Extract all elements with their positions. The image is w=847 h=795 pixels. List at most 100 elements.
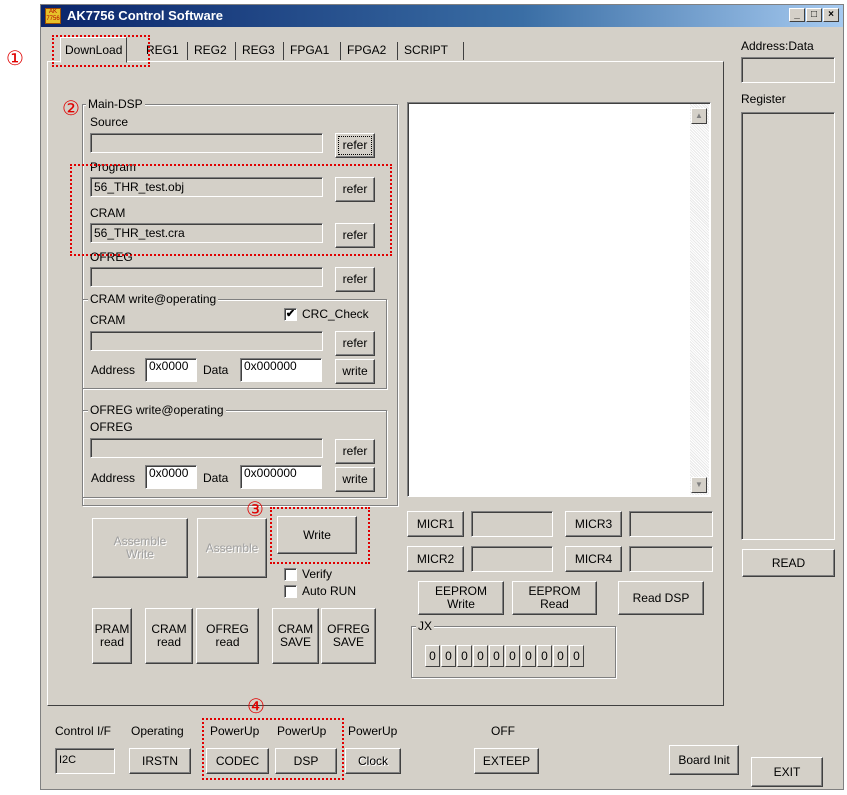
source-refer-button[interactable]: refer [335,133,375,158]
ofreg-read-button[interactable]: OFREG read [196,608,259,664]
tab-separator [340,42,341,60]
window-title: AK7756 Control Software [67,8,224,23]
scroll-up-icon[interactable]: ▲ [691,108,707,124]
highlight-box-1 [52,35,150,67]
ofreg-write-refer-button[interactable]: refer [335,439,375,464]
assemble-write-button[interactable]: Assemble Write [92,518,188,578]
source-label: Source [90,115,129,129]
ofreg-write-label: OFREG write@operating [88,403,226,417]
cram-write-refer-button[interactable]: refer [335,331,375,356]
eeprom-read-button[interactable]: EEPROM Read [512,581,597,615]
micr4-field [629,546,713,572]
auto-run-checkbox[interactable] [284,585,297,598]
control-if-field: I2C [55,748,115,774]
cram-write-label: CRAM write@operating [88,292,219,306]
tab-script[interactable]: SCRIPT [400,40,452,62]
tab-separator [187,42,188,60]
ofreg-data-input[interactable]: 0x000000 [240,465,322,489]
marker-2: ② [62,96,80,120]
ofreg-save-button[interactable]: OFREG SAVE [321,608,376,664]
read-button[interactable]: READ [742,549,835,577]
source-field[interactable] [90,133,323,153]
marker-4: ④ [247,694,265,718]
micr3-field [629,511,713,537]
jx-bit[interactable]: 0 [569,645,584,667]
highlight-box-2 [70,164,392,256]
powerup-clock-label: PowerUp [348,724,398,738]
control-if-label: Control I/F [55,724,112,738]
cram-address-input[interactable]: 0x0000 [145,358,197,382]
clock-button[interactable]: Clock [345,748,401,774]
maximize-icon[interactable]: □ [806,8,822,22]
jx-label: JX [416,619,435,633]
highlight-box-4 [202,718,344,780]
micr3-button[interactable]: MICR3 [565,511,622,537]
register-field [741,112,835,540]
ofreg-write-file-label: OFREG [90,420,133,434]
register-label: Register [741,92,786,106]
irstn-button[interactable]: IRSTN [129,748,191,774]
address-data-field [741,57,835,83]
jx-bit[interactable]: 0 [473,645,488,667]
ofreg-field[interactable] [90,267,323,287]
micr1-button[interactable]: MICR1 [407,511,464,537]
jx-bit[interactable]: 0 [425,645,440,667]
tab-separator [397,42,398,60]
tab-separator [463,42,464,60]
tab-fpga2[interactable]: FPGA2 [343,40,390,62]
tab-fpga1[interactable]: FPGA1 [286,40,333,62]
marker-1: ① [6,46,24,70]
jx-bit[interactable]: 0 [537,645,552,667]
jx-bit[interactable]: 0 [505,645,520,667]
tab-separator [283,42,284,60]
tab-separator [235,42,236,60]
micr2-button[interactable]: MICR2 [407,546,464,572]
scroll-down-icon[interactable]: ▼ [691,477,707,493]
app-icon: AK 7756 [45,8,61,24]
exteep-status-label: OFF [491,724,515,738]
jx-bit[interactable]: 0 [441,645,456,667]
tab-reg2[interactable]: REG2 [190,40,231,62]
ofreg-address-label: Address [91,471,136,485]
ofreg-data-label: Data [203,471,229,485]
cram-data-label: Data [203,363,229,377]
assemble-button[interactable]: Assemble [197,518,267,578]
cram-read-button[interactable]: CRAM read [145,608,193,664]
operating-label: Operating [131,724,184,738]
ofreg-write-button[interactable]: write [335,467,375,492]
board-init-button[interactable]: Board Init [669,745,739,775]
micr1-field [471,511,553,537]
jx-bit[interactable]: 0 [521,645,536,667]
exit-button[interactable]: EXIT [751,757,823,787]
ofreg-label: OFREG [90,250,133,264]
ofreg-refer-button[interactable]: refer [335,267,375,292]
micr4-button[interactable]: MICR4 [565,546,622,572]
pram-read-button[interactable]: PRAM read [92,608,132,664]
cram-data-input[interactable]: 0x000000 [240,358,322,382]
verify-label: Verify [302,567,333,581]
output-scrollbar[interactable] [690,104,709,495]
minimize-icon[interactable]: _ [789,8,805,22]
cram-save-button[interactable]: CRAM SAVE [272,608,319,664]
eeprom-write-button[interactable]: EEPROM Write [418,581,504,615]
crc-check-label: CRC_Check [302,307,369,321]
ofreg-write-file-field[interactable] [90,438,323,458]
cram-write-button[interactable]: write [335,359,375,384]
micr2-field [471,546,553,572]
cram-address-label: Address [91,363,136,377]
highlight-box-3 [270,507,370,564]
tab-reg3[interactable]: REG3 [238,40,279,62]
ofreg-address-input[interactable]: 0x0000 [145,465,197,489]
cram-write-file-field[interactable] [90,331,323,351]
output-listbox[interactable] [407,102,711,497]
auto-run-label: Auto RUN [302,584,357,598]
jx-bit[interactable]: 0 [457,645,472,667]
jx-bit[interactable]: 0 [553,645,568,667]
cram-write-file-label: CRAM [90,313,126,327]
exteep-button[interactable]: EXTEEP [474,748,539,774]
jx-bit[interactable]: 0 [489,645,504,667]
crc-check-checkbox[interactable]: ✔ [284,308,297,321]
read-dsp-button[interactable]: Read DSP [618,581,704,615]
close-icon[interactable]: × [823,8,839,22]
verify-checkbox[interactable] [284,568,297,581]
